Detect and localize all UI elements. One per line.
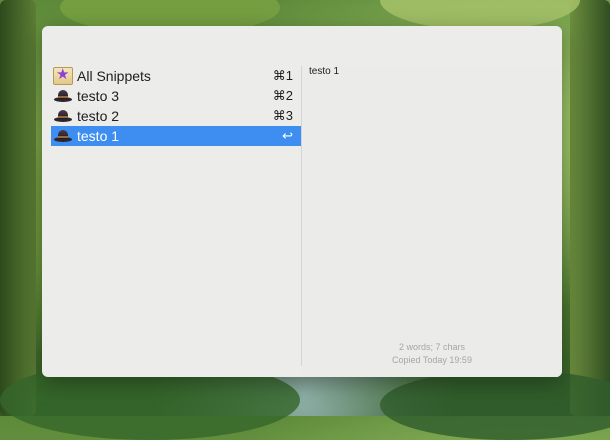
hat-icon [51, 106, 75, 126]
list-item-label: testo 1 [77, 128, 120, 144]
all-snippets-star-icon: ★ [51, 66, 75, 86]
list-item-testo-1[interactable]: testo 1 ↩ [51, 126, 301, 146]
preview-text: testo 1 [309, 66, 340, 77]
snippet-copied-time: Copied Today 19:59 [392, 355, 472, 365]
list-item-label: testo 3 [77, 88, 120, 104]
snippets-list: ★ All Snippets ⌘1 testo 3 ⌘2 testo 2 ⌘3 … [51, 66, 301, 146]
list-item-label: All Snippets [77, 68, 151, 84]
hat-icon [51, 86, 75, 106]
list-item-testo-3[interactable]: testo 3 ⌘2 [51, 86, 301, 106]
snippet-info: 2 words; 7 chars Copied Today 19:59 [302, 341, 562, 367]
hat-icon [51, 126, 75, 146]
snippet-stats: 2 words; 7 chars [398, 342, 466, 352]
shortcut-label: ⌘1 [272, 68, 293, 83]
list-item-testo-2[interactable]: testo 2 ⌘3 [51, 106, 301, 126]
return-key-icon: ↩ [282, 128, 293, 143]
snippets-window: ★ All Snippets ⌘1 testo 3 ⌘2 testo 2 ⌘3 … [42, 26, 562, 377]
list-item-all-snippets[interactable]: ★ All Snippets ⌘1 [51, 66, 301, 86]
background-foliage [380, 370, 610, 440]
shortcut-label: ⌘3 [272, 108, 293, 123]
background-tree-left [0, 0, 36, 416]
list-item-label: testo 2 [77, 108, 120, 124]
background-tree-right [570, 0, 610, 416]
preview-pane: testo 1 2 words; 7 chars Copied Today 19… [302, 66, 562, 377]
shortcut-label: ⌘2 [272, 88, 293, 103]
